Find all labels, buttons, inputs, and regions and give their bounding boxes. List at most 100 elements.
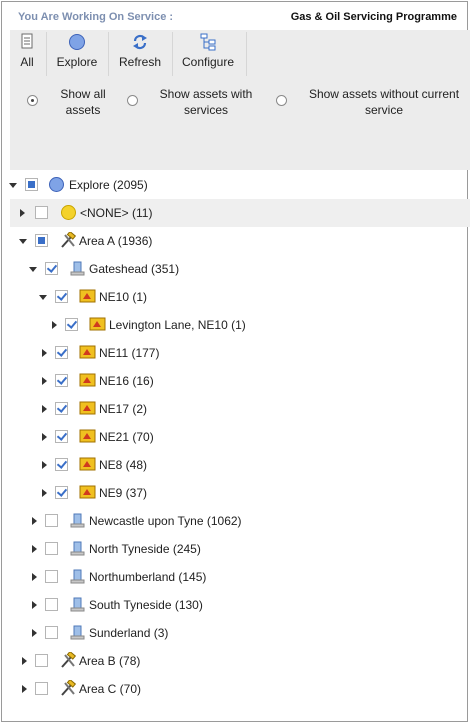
all-label: All: [20, 55, 34, 69]
tree-node-ne10[interactable]: NE10 (1): [2, 283, 467, 311]
tree-node-label: North Tyneside (245): [89, 542, 201, 556]
tree-checkbox[interactable]: [35, 654, 48, 667]
collapse-arrow-icon[interactable]: [32, 629, 37, 637]
service-header: You Are Working On Service : Gas & Oil S…: [2, 2, 467, 30]
refresh-button[interactable]: Refresh: [110, 30, 170, 74]
expand-arrow-icon[interactable]: [29, 267, 37, 272]
tree-node-explore[interactable]: Explore (2095): [2, 171, 467, 199]
tree-node-ne21[interactable]: NE21 (70): [2, 423, 467, 451]
explore-label: Explore: [56, 55, 98, 69]
postcode-icon: [79, 401, 96, 415]
show-without-service-radio[interactable]: [276, 95, 287, 106]
tools-icon: [61, 232, 76, 248]
tree-checkbox[interactable]: [35, 206, 48, 219]
show-without-service-label[interactable]: Show assets without current service: [302, 86, 466, 118]
tree-checkbox[interactable]: [55, 374, 68, 387]
tree-checkbox[interactable]: [55, 290, 68, 303]
postcode-icon: [79, 485, 96, 499]
tree-node-ne9[interactable]: NE9 (37): [2, 479, 467, 507]
refresh-label: Refresh: [118, 55, 162, 69]
tree-checkbox[interactable]: [45, 514, 58, 527]
tree-checkbox[interactable]: [55, 486, 68, 499]
collapse-arrow-icon[interactable]: [32, 517, 37, 525]
collapse-arrow-icon[interactable]: [42, 377, 47, 385]
tree-checkbox[interactable]: [35, 682, 48, 695]
tree-node-area-a[interactable]: Area A (1936): [2, 227, 467, 255]
tree-node-label: Area A (1936): [79, 234, 153, 248]
service-name: Gas & Oil Servicing Programme: [290, 11, 457, 23]
toolbar-panel: All Explore Refresh Configure Show all a…: [10, 30, 470, 170]
tree-node-none[interactable]: <NONE> (11): [10, 199, 470, 227]
expand-arrow-icon[interactable]: [9, 183, 17, 188]
collapse-arrow-icon[interactable]: [42, 405, 47, 413]
explore-button[interactable]: Explore: [48, 30, 106, 74]
tree-node-south-tyneside[interactable]: South Tyneside (130): [2, 591, 467, 619]
tree-checkbox[interactable]: [55, 402, 68, 415]
tree-node-ne11[interactable]: NE11 (177): [2, 339, 467, 367]
tree-checkbox[interactable]: [55, 430, 68, 443]
collapse-arrow-icon[interactable]: [32, 601, 37, 609]
show-with-services-label[interactable]: Show assets with services: [154, 86, 258, 118]
tree-node-north-tyneside[interactable]: North Tyneside (245): [2, 535, 467, 563]
tree-checkbox[interactable]: [45, 542, 58, 555]
tree-node-label: NE10 (1): [99, 290, 148, 304]
tree-node-ne16[interactable]: NE16 (16): [2, 367, 467, 395]
show-all-label[interactable]: Show all assets: [54, 86, 112, 118]
tree-node-northumberland[interactable]: Northumberland (145): [2, 563, 467, 591]
all-button[interactable]: All: [10, 30, 44, 74]
configure-label: Configure: [181, 55, 235, 69]
tree-checkbox[interactable]: [55, 458, 68, 471]
tree-checkbox[interactable]: [45, 570, 58, 583]
expand-arrow-icon[interactable]: [19, 239, 27, 244]
expand-arrow-icon[interactable]: [39, 295, 47, 300]
collapse-arrow-icon[interactable]: [42, 461, 47, 469]
configure-button[interactable]: Configure: [174, 30, 242, 74]
collapse-arrow-icon[interactable]: [32, 545, 37, 553]
collapse-arrow-icon[interactable]: [42, 489, 47, 497]
tree-node-levington-lane[interactable]: Levington Lane, NE10 (1): [2, 311, 467, 339]
postcode-icon: [89, 317, 106, 331]
collapse-arrow-icon[interactable]: [52, 321, 57, 329]
tree-node-label: NE8 (48): [99, 458, 148, 472]
collapse-arrow-icon[interactable]: [20, 209, 25, 217]
tree-checkbox[interactable]: [45, 262, 58, 275]
toolbar-divider: [46, 32, 47, 76]
tree-node-ne17[interactable]: NE17 (2): [2, 395, 467, 423]
tree-node-label: Area C (70): [79, 682, 142, 696]
tools-icon: [61, 652, 76, 668]
postcode-icon: [79, 457, 96, 471]
tree-node-newcastle[interactable]: Newcastle upon Tyne (1062): [2, 507, 467, 535]
collapse-arrow-icon[interactable]: [22, 657, 27, 665]
tree-checkbox[interactable]: [25, 178, 38, 191]
hierarchy-icon: [200, 33, 216, 51]
building-icon: [70, 261, 85, 276]
tree-node-sunderland[interactable]: Sunderland (3): [2, 619, 467, 647]
tree-node-area-b[interactable]: Area B (78): [2, 647, 467, 675]
tree-checkbox[interactable]: [55, 346, 68, 359]
collapse-arrow-icon[interactable]: [42, 349, 47, 357]
tree-checkbox[interactable]: [45, 626, 58, 639]
tree-node-label: Newcastle upon Tyne (1062): [89, 514, 242, 528]
collapse-arrow-icon[interactable]: [22, 685, 27, 693]
tree-node-label: Area B (78): [79, 654, 141, 668]
show-all-radio[interactable]: [27, 95, 38, 106]
tree-node-area-c[interactable]: Area C (70): [2, 675, 467, 703]
tree-node-label: NE9 (37): [99, 486, 148, 500]
show-with-services-radio[interactable]: [127, 95, 138, 106]
tree-checkbox[interactable]: [65, 318, 78, 331]
tree-node-label: South Tyneside (130): [89, 598, 203, 612]
tree-node-gateshead[interactable]: Gateshead (351): [2, 255, 467, 283]
document-icon: [21, 33, 33, 49]
tree-node-label: Sunderland (3): [89, 626, 169, 640]
service-label: You Are Working On Service :: [18, 11, 174, 23]
postcode-icon: [79, 289, 96, 303]
collapse-arrow-icon[interactable]: [42, 433, 47, 441]
collapse-arrow-icon[interactable]: [32, 573, 37, 581]
tree-checkbox[interactable]: [45, 598, 58, 611]
tree-node-label: Gateshead (351): [89, 262, 180, 276]
tree-checkbox[interactable]: [35, 234, 48, 247]
tree-node-label: NE21 (70): [99, 430, 154, 444]
tree-node-ne8[interactable]: NE8 (48): [2, 451, 467, 479]
refresh-icon: [133, 34, 147, 50]
building-icon: [70, 569, 85, 584]
